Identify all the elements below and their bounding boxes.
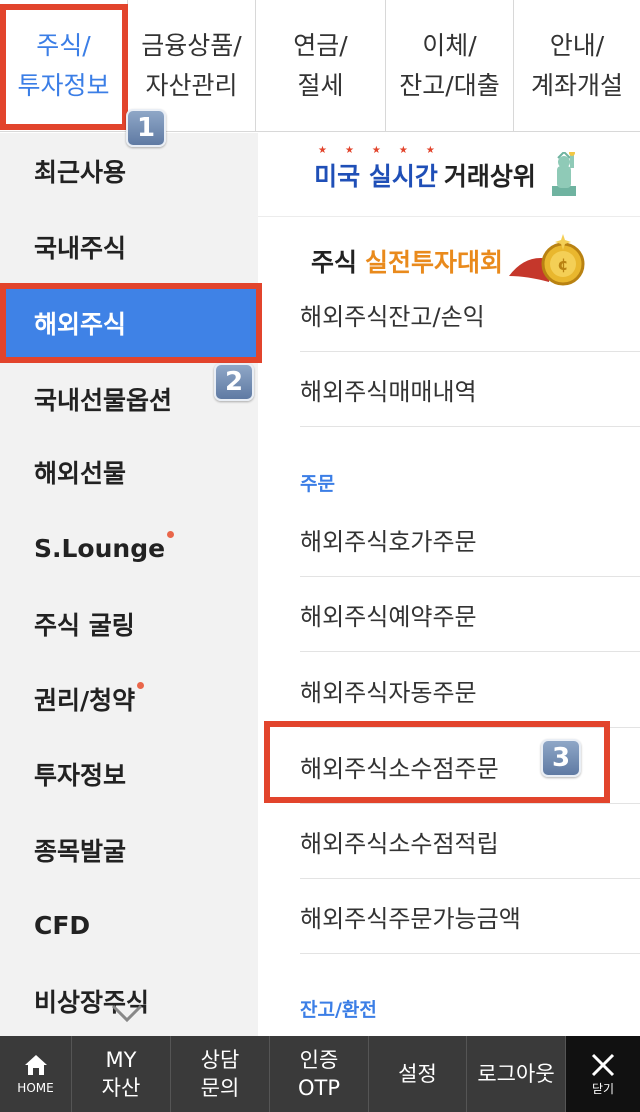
submenu-overseas-reservation-order[interactable]: 해외주식예약주문 — [300, 577, 640, 652]
tab-stocks-investment-info[interactable]: 주식/ 투자정보 — [0, 0, 128, 132]
step-badge-3: 3 — [541, 739, 581, 777]
auth-otp-button[interactable]: 인증 OTP — [270, 1036, 369, 1112]
submenu-overseas-fractional-saving[interactable]: 해외주식소수점적립 — [300, 804, 640, 879]
submenu-overseas-quote-order[interactable]: 해외주식호가주문 — [300, 502, 640, 577]
consult-inquiry-button[interactable]: 상담 문의 — [171, 1036, 270, 1112]
my-assets-button[interactable]: MY 자산 — [72, 1036, 171, 1112]
stars-decoration: ★★★★★ — [318, 145, 453, 156]
left-menu-s-lounge[interactable]: S.Lounge — [0, 510, 258, 586]
top-category-tabs: 주식/ 투자정보 금융상품/ 자산관리 연금/ 절세 이체/ 잔고/대출 안내/… — [0, 0, 640, 132]
logout-button[interactable]: 로그아웃 — [467, 1036, 566, 1112]
chevron-down-icon[interactable] — [110, 1000, 144, 1026]
tab-transfer-balance-loan[interactable]: 이체/ 잔고/대출 — [386, 0, 514, 132]
left-menu-domestic-stock[interactable]: 국내주식 — [0, 209, 258, 285]
tab-pension-tax[interactable]: 연금/ 절세 — [256, 0, 386, 132]
left-menu-stock-gulling[interactable]: 주식 굴링 — [0, 586, 258, 662]
step-badge-2: 2 — [214, 363, 254, 401]
banner-us-realtime-top-trades[interactable]: ★★★★★ 미국 실시간 거래상위 — [258, 133, 640, 217]
settings-button[interactable]: 설정 — [369, 1036, 467, 1112]
bottom-navigation-bar: HOME MY 자산 상담 문의 인증 OTP 설정 로그아웃 닫기 — [0, 1036, 640, 1112]
section-header-balance-exchange: 잔고/환전 — [300, 999, 377, 1021]
submenu-panel: 해외주식잔고/손익 해외주식매매내역 주문 해외주식호가주문 해외주식예약주문 … — [258, 133, 640, 1036]
tab-guide-account-open[interactable]: 안내/ 계좌개설 — [514, 0, 640, 132]
banner-stock-contest[interactable]: 주식 실전투자대회 ¢ — [258, 219, 640, 303]
close-menu-button[interactable]: 닫기 — [566, 1036, 640, 1112]
left-category-menu: 최근사용 국내주식 해외주식 국내선물옵션 해외선물 S.Lounge 주식 굴… — [0, 133, 258, 1036]
svg-text:¢: ¢ — [557, 255, 568, 274]
left-menu-overseas-futures[interactable]: 해외선물 — [0, 434, 258, 510]
home-icon — [24, 1055, 47, 1075]
new-indicator-dot — [167, 530, 175, 538]
left-menu-stock-discovery[interactable]: 종목발굴 — [0, 812, 258, 888]
new-indicator-dot — [137, 681, 145, 689]
left-menu-cfd[interactable]: CFD — [0, 887, 258, 963]
left-menu-investment-info[interactable]: 투자정보 — [0, 736, 258, 812]
home-button[interactable]: HOME — [0, 1036, 72, 1112]
trophy-coin-icon: ¢ — [509, 234, 585, 286]
close-icon — [591, 1053, 615, 1077]
submenu-overseas-orderable-amount[interactable]: 해외주식주문가능금액 — [300, 879, 640, 954]
step-badge-1: 1 — [126, 109, 166, 147]
statue-of-liberty-icon — [551, 151, 576, 196]
submenu-overseas-fractional-order[interactable]: 해외주식소수점주문 — [300, 729, 640, 804]
left-menu-rights-subscription[interactable]: 권리/청약 — [0, 661, 258, 737]
submenu-overseas-auto-order[interactable]: 해외주식자동주문 — [300, 653, 640, 728]
section-header-order: 주문 — [300, 473, 335, 495]
left-menu-overseas-stock[interactable]: 해외주식 — [0, 285, 258, 361]
submenu-overseas-trade-history[interactable]: 해외주식매매내역 — [300, 352, 640, 427]
